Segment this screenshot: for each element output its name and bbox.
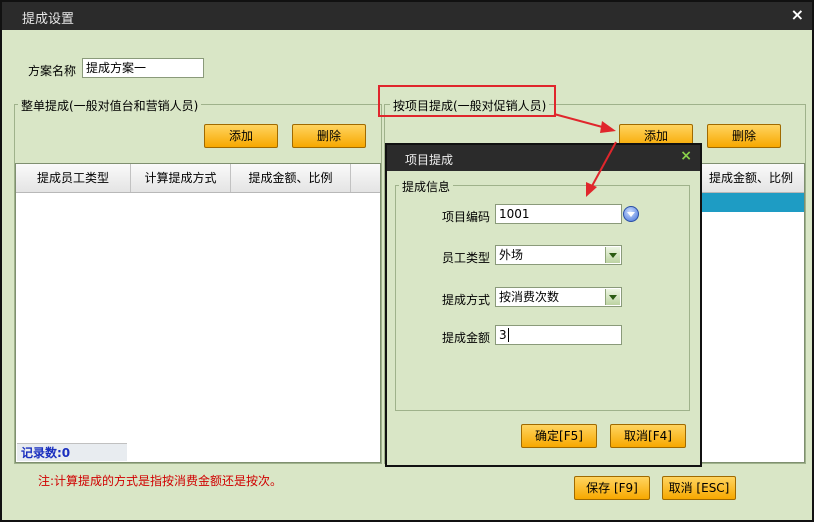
item-code-label: 项目编码 (442, 210, 491, 224)
text-cursor: ​ (507, 328, 509, 342)
cancel-button[interactable]: 取消 [ESC] (662, 476, 736, 500)
whole-order-table[interactable]: 提成员工类型 计算提成方式 提成金额、比例 记录数:0 (15, 163, 381, 463)
method-label: 提成方式 (442, 293, 491, 307)
dialog-cancel-button[interactable]: 取消[F4] (610, 424, 686, 448)
column-header[interactable]: 计算提成方式 (131, 164, 231, 192)
dialog-close-icon[interactable]: × (680, 148, 692, 164)
employee-type-value: 外场 (499, 248, 524, 262)
dialog-title-bar[interactable]: 项目提成 × (387, 145, 700, 171)
column-header[interactable]: 提成金额、比例 (231, 164, 351, 192)
method-select[interactable]: 按消费次数 (495, 287, 622, 307)
right-delete-button[interactable]: 删除 (707, 124, 781, 148)
scheme-name-label: 方案名称 (28, 64, 77, 78)
scheme-name-input[interactable]: 提成方案一 (82, 58, 204, 78)
window-title: 提成设置 (22, 12, 75, 27)
dialog-title: 项目提成 (405, 153, 454, 167)
column-header[interactable]: 提成员工类型 (16, 164, 131, 192)
amount-input[interactable]: 3​ (495, 325, 622, 345)
save-button[interactable]: 保存 [F9] (574, 476, 650, 500)
column-header[interactable]: 提成金额、比例 (696, 164, 804, 192)
chevron-down-icon[interactable] (605, 247, 620, 263)
left-add-button[interactable]: 添加 (204, 124, 278, 148)
method-value: 按消费次数 (499, 290, 560, 304)
record-count: 记录数:0 (17, 443, 127, 461)
close-icon[interactable]: × (791, 5, 804, 24)
amount-value: 3 (499, 328, 507, 342)
title-bar[interactable]: 提成设置 × (2, 2, 812, 30)
lookup-icon[interactable] (623, 206, 639, 222)
amount-label: 提成金额 (442, 331, 491, 345)
whole-order-group-title: 整单提成(一般对值台和营销人员) (18, 97, 202, 114)
dialog-ok-button[interactable]: 确定[F5] (521, 424, 597, 448)
chevron-down-icon[interactable] (605, 289, 620, 305)
commission-info-title: 提成信息 (399, 178, 454, 195)
employee-type-label: 员工类型 (442, 251, 491, 265)
table-header: 提成员工类型 计算提成方式 提成金额、比例 (16, 164, 380, 193)
item-commission-dialog: 项目提成 × 提成信息 项目编码 1001 员工类型 外场 提成方式 按消费次数… (385, 143, 702, 467)
note-text: 注:计算提成的方式是指按消费金额还是按次。 (38, 474, 283, 488)
left-delete-button[interactable]: 删除 (292, 124, 366, 148)
item-code-input[interactable]: 1001 (495, 204, 622, 224)
annotation-box (378, 85, 556, 117)
employee-type-select[interactable]: 外场 (495, 245, 622, 265)
